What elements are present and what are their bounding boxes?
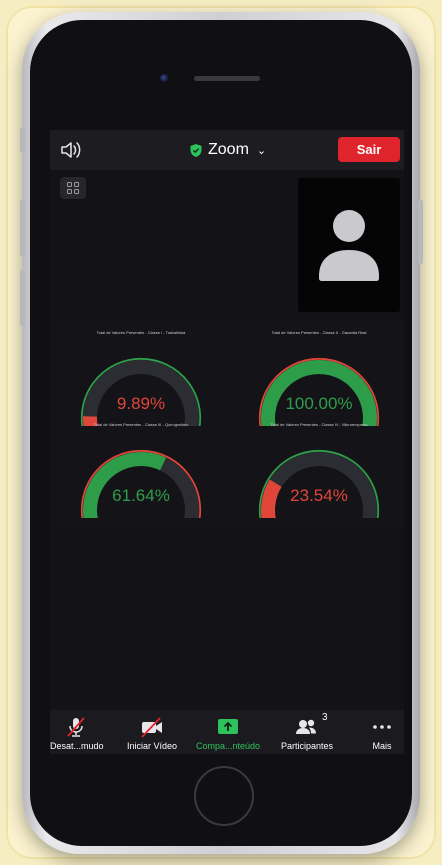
- share-label: Compa...nteúdo: [196, 741, 261, 751]
- front-camera: [160, 74, 169, 83]
- zoom-screen: Zoom ⌄ Sair Total de Valores Presentes -…: [50, 130, 404, 754]
- shared-dashboard: Total de Valores Presentes - Classe I - …: [50, 324, 404, 524]
- avatar-icon: [319, 210, 379, 281]
- gauge-title: Total de Valores Presentes - Classe IV -…: [270, 422, 368, 427]
- leave-button[interactable]: Sair: [338, 137, 400, 162]
- meeting-top-bar: Zoom ⌄ Sair: [50, 130, 404, 170]
- mute-switch: [20, 128, 25, 152]
- gauge-value: 100.00%: [285, 394, 353, 413]
- gauge-title: Total de Valores Presentes - Classe III …: [93, 422, 189, 427]
- meeting-toolbar: Desat...mudo Iniciar Vídeo Compa...nteúd…: [50, 710, 404, 754]
- meeting-title-label: Zoom: [208, 141, 249, 158]
- gallery-grid-button[interactable]: [60, 177, 86, 199]
- gauge-value: 61.64%: [112, 486, 170, 505]
- mute-label: Desat...mudo: [50, 741, 104, 751]
- gauge-value: 23.54%: [290, 486, 348, 505]
- gauge-classe-iii: Total de Valores Presentes - Classe III …: [56, 422, 226, 522]
- participants-icon: [296, 719, 316, 734]
- more-button[interactable]: Mais: [362, 710, 402, 754]
- earpiece-speaker: [194, 76, 260, 81]
- gallery-grid-icon: [67, 182, 79, 194]
- gauge-title: Total de Valores Presentes - Classe II -…: [271, 330, 367, 335]
- gauge-value-arc: [83, 452, 167, 518]
- speaker-icon[interactable]: [60, 140, 82, 160]
- mute-button[interactable]: Desat...mudo: [50, 710, 104, 754]
- gauge-value: 9.89%: [116, 394, 166, 413]
- gauge-title: Total de Valores Presentes - Classe I - …: [96, 330, 186, 335]
- gauge-value-arc: [261, 359, 377, 426]
- volume-down-button: [20, 270, 25, 326]
- video-label: Iniciar Vídeo: [126, 741, 178, 751]
- gauge-classe-ii: Total de Valores Presentes - Classe II -…: [234, 330, 404, 430]
- shield-check-icon: [190, 143, 202, 157]
- share-content-button[interactable]: Compa...nteúdo: [196, 710, 260, 754]
- volume-up-button: [20, 200, 25, 256]
- participants-button[interactable]: 3 Participantes: [274, 710, 340, 754]
- meeting-title[interactable]: Zoom ⌄: [190, 139, 266, 161]
- more-icon: [373, 725, 391, 729]
- share-arrow-icon: [218, 719, 238, 734]
- gauge-classe-i: Total de Valores Presentes - Classe I - …: [56, 330, 226, 430]
- participants-count: 3: [322, 712, 328, 723]
- microphone-muted-icon: [67, 717, 85, 737]
- home-button[interactable]: [194, 766, 254, 826]
- participants-label: Participantes: [280, 741, 334, 751]
- chevron-down-icon: ⌄: [256, 144, 267, 157]
- start-video-button[interactable]: Iniciar Vídeo: [120, 710, 184, 754]
- video-off-icon: [141, 717, 162, 738]
- gauge-track: [83, 359, 199, 426]
- self-video-thumbnail[interactable]: [298, 178, 400, 312]
- power-button: [418, 200, 423, 264]
- more-label: Mais: [372, 741, 392, 751]
- gauge-classe-iv: Total de Valores Presentes - Classe IV -…: [234, 422, 404, 522]
